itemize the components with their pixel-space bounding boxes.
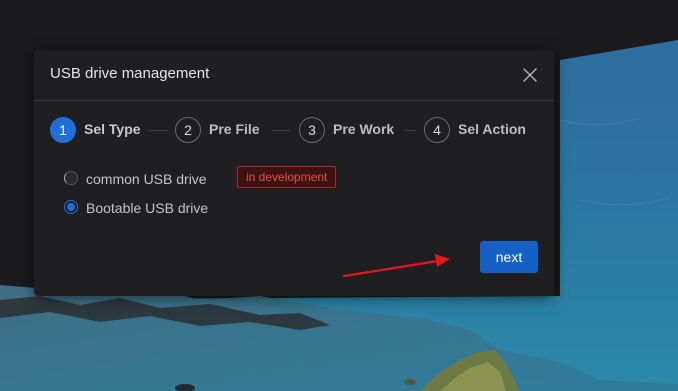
step-label: Sel Action <box>458 121 526 137</box>
option-label: common USB drive <box>86 171 207 187</box>
step-label: Sel Type <box>84 121 141 137</box>
radio-common-usb-drive[interactable] <box>64 171 78 185</box>
radio-bootable-usb-drive[interactable] <box>64 200 78 214</box>
step-number: 3 <box>299 117 325 143</box>
dialog-title: USB drive management <box>50 65 210 82</box>
step-connector <box>272 130 290 131</box>
step-number: 4 <box>424 117 450 143</box>
step-connector <box>149 130 168 131</box>
usb-management-dialog: USB drive management 1 Sel Type 2 Pre Fi… <box>34 50 554 296</box>
step-label: Pre Work <box>333 121 395 137</box>
step-number: 1 <box>50 117 76 143</box>
dialog-header: USB drive management <box>34 50 554 101</box>
step-connector <box>404 130 416 131</box>
in-development-badge: in development <box>237 166 337 188</box>
step-indicator: 1 Sel Type 2 Pre File 3 Pre Work 4 Sel A… <box>50 117 550 143</box>
close-icon[interactable] <box>521 66 539 84</box>
step-label: Pre File <box>209 121 260 137</box>
option-label: Bootable USB drive <box>86 200 209 216</box>
option-common-usb-drive[interactable]: common USB drive in development <box>64 166 364 189</box>
next-button[interactable]: next <box>480 241 538 273</box>
option-bootable-usb-drive[interactable]: Bootable USB drive <box>64 198 264 218</box>
step-number: 2 <box>175 117 201 143</box>
desktop-screen: USB drive management 1 Sel Type 2 Pre Fi… <box>0 0 678 391</box>
